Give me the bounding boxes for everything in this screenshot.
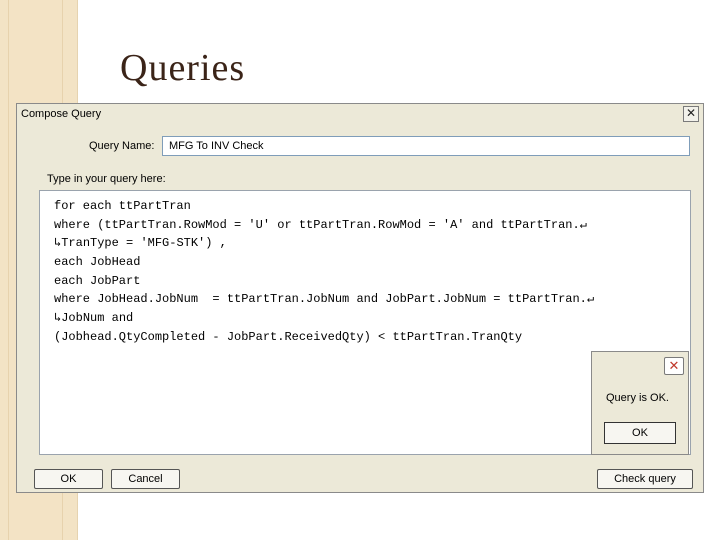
query-name-input[interactable]: MFG To INV Check xyxy=(162,136,690,156)
slide-title: Queries xyxy=(120,47,246,89)
query-name-label: Query Name: xyxy=(89,140,155,152)
code-line: (Jobhead.QtyCompleted - JobPart.Received… xyxy=(54,329,523,344)
message-text: Query is OK. xyxy=(606,392,669,404)
code-line: for each ttPartTran xyxy=(54,199,191,213)
message-close-icon[interactable]: ✕ xyxy=(664,357,684,375)
cancel-button[interactable]: Cancel xyxy=(111,469,180,489)
code-line: where JobHead.JobNum = ttPartTran.JobNum… xyxy=(54,292,595,307)
code-line: each JobPart xyxy=(54,273,141,288)
dialog-title: Compose Query xyxy=(21,108,102,120)
message-ok-button[interactable]: OK xyxy=(604,422,676,444)
check-query-button[interactable]: Check query xyxy=(597,469,693,489)
dialog-titlebar: Compose Query ✕ xyxy=(17,104,703,126)
code-line: ↳TranType = 'MFG-STK') , xyxy=(54,236,227,251)
code-line: each JobHead xyxy=(54,255,141,270)
query-text-label: Type in your query here: xyxy=(47,173,166,185)
ok-button[interactable]: OK xyxy=(34,469,103,489)
code-line: ↳JobNum and xyxy=(54,311,134,326)
query-ok-message-box: ✕ Query is OK. OK xyxy=(591,351,689,455)
code-line: where (ttPartTran.RowMod = 'U' or ttPart… xyxy=(54,217,587,232)
slide-side-line-left xyxy=(8,0,9,540)
dialog-close-icon[interactable]: ✕ xyxy=(683,106,699,122)
